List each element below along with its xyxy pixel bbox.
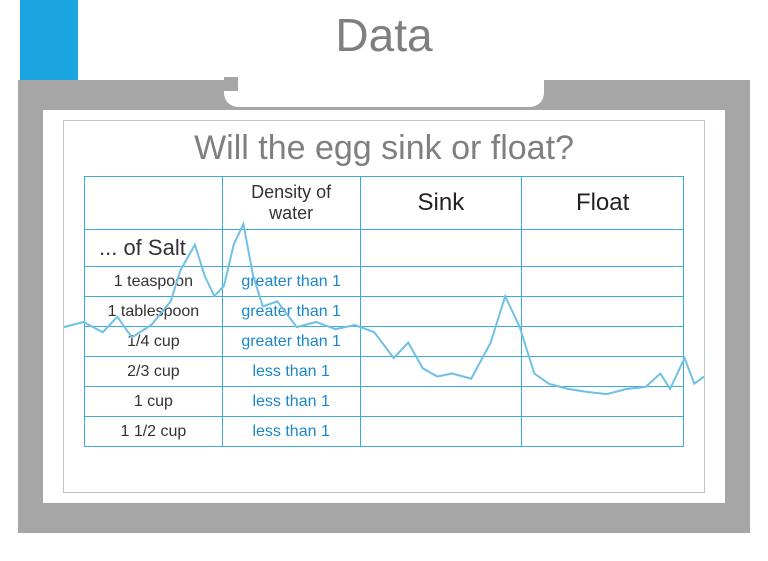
cell-float — [522, 357, 684, 387]
cell-density: greater than 1 — [222, 267, 360, 297]
table-row: 1/4 cup greater than 1 — [85, 327, 684, 357]
frame-notch — [224, 77, 544, 107]
cell-density: less than 1 — [222, 417, 360, 447]
slide-frame: Will the egg sink or float? Density of w… — [18, 80, 750, 533]
cell-density: greater than 1 — [222, 327, 360, 357]
table-header-row: Density of water Sink Float — [85, 177, 684, 230]
table-row: 1 cup less than 1 — [85, 387, 684, 417]
cell-float — [522, 327, 684, 357]
cell-sink — [360, 297, 522, 327]
cell-measure: 1 1/2 cup — [85, 417, 223, 447]
header-density: Density of water — [222, 177, 360, 230]
table-row: 1 tablespoon greater than 1 — [85, 297, 684, 327]
cell-sink — [360, 417, 522, 447]
cell-float — [522, 297, 684, 327]
header-blank — [85, 177, 223, 230]
cell-measure: 1 cup — [85, 387, 223, 417]
cell-measure: 2/3 cup — [85, 357, 223, 387]
subtitle: Will the egg sink or float? — [84, 129, 684, 168]
cell-measure: 1/4 cup — [85, 327, 223, 357]
cell-density: greater than 1 — [222, 297, 360, 327]
cell-sink — [360, 267, 522, 297]
cell-float — [522, 387, 684, 417]
data-table: Density of water Sink Float ... of Salt … — [84, 176, 684, 447]
cell-empty — [222, 230, 360, 267]
salt-header: ... of Salt — [85, 230, 223, 267]
cell-density: less than 1 — [222, 387, 360, 417]
content-sheet: Will the egg sink or float? Density of w… — [43, 110, 725, 503]
cell-empty — [360, 230, 522, 267]
cell-float — [522, 417, 684, 447]
cell-measure: 1 tablespoon — [85, 297, 223, 327]
inner-border: Will the egg sink or float? Density of w… — [63, 120, 705, 493]
table-row: 2/3 cup less than 1 — [85, 357, 684, 387]
header-sink: Sink — [360, 177, 522, 230]
cell-sink — [360, 387, 522, 417]
cell-density: less than 1 — [222, 357, 360, 387]
cell-empty — [522, 230, 684, 267]
table-row: 1 1/2 cup less than 1 — [85, 417, 684, 447]
cell-measure: 1 teaspoon — [85, 267, 223, 297]
cell-sink — [360, 327, 522, 357]
cell-float — [522, 267, 684, 297]
table-subheader-row: ... of Salt — [85, 230, 684, 267]
page-title: Data — [0, 8, 768, 62]
table-row: 1 teaspoon greater than 1 — [85, 267, 684, 297]
header-float: Float — [522, 177, 684, 230]
cell-sink — [360, 357, 522, 387]
